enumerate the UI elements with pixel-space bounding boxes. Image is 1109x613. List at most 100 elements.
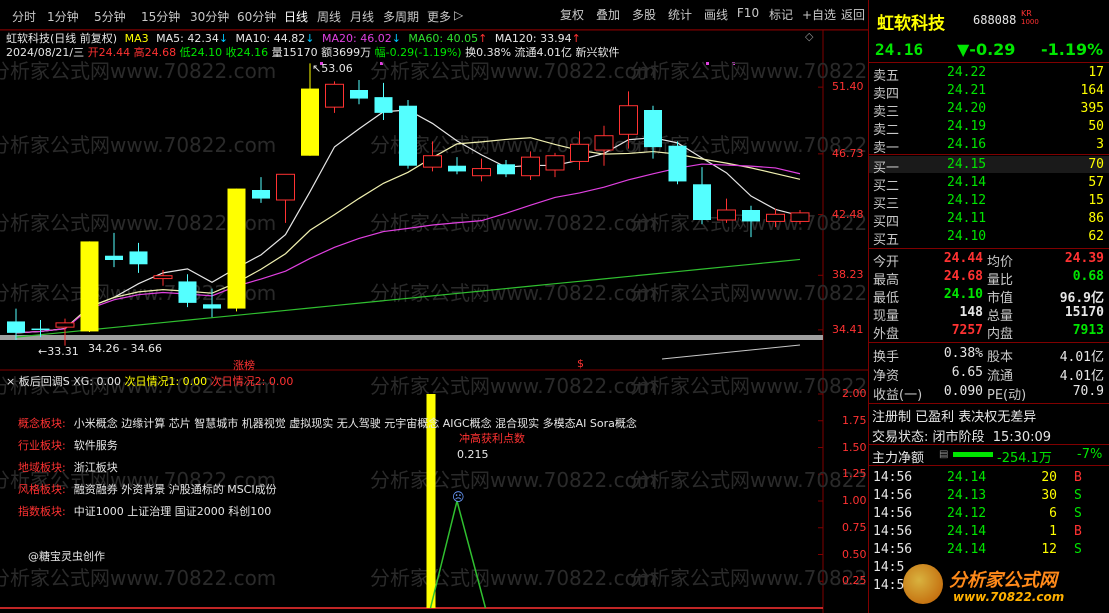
ask-volume: 17 [1088, 65, 1104, 80]
bid-volume: 15 [1088, 193, 1104, 208]
candle-body-bear [448, 165, 466, 172]
sector-tag-label: 指数板块: [18, 505, 66, 518]
tick-time: 14:56 [873, 488, 913, 503]
candle-body-bear [668, 145, 687, 182]
stat-value: 24.44 [943, 251, 983, 266]
ask-row[interactable]: 卖四 24.21 164 [869, 82, 1109, 102]
tick-side: S [1074, 542, 1082, 557]
tick-row: 14:56 24.12 6 S [869, 505, 1109, 522]
stat-value: 24.10 [943, 287, 983, 302]
ask-price: 24.20 [947, 101, 987, 116]
fundamental-row: 换手 0.38% 股本 4.01亿 [869, 345, 1109, 365]
watermark-text: 分析家公式网www.70822.com [0, 133, 276, 157]
stat-row: 最低 24.10 市值 96.9亿 [869, 286, 1109, 306]
indicator-title[interactable]: 板后回调S [19, 375, 70, 388]
bid-price: 24.15 [947, 157, 987, 172]
fundamental-value: 0.090 [943, 384, 983, 399]
tick-time: 14:56 [873, 506, 913, 521]
ask-row[interactable]: 卖二 24.19 50 [869, 118, 1109, 138]
stat-value: 0.68 [1072, 269, 1104, 284]
candle-body-bull [276, 173, 295, 201]
ask-row[interactable]: 卖三 24.20 395 [869, 100, 1109, 120]
logo-text: 分析家公式网 [949, 570, 1057, 591]
indicator-cond1: 次日情况1: 0.00 [124, 375, 208, 388]
tick-time: 14:5 [873, 578, 905, 593]
stat-row: 现量 148 总量 15170 [869, 304, 1109, 324]
tick-volume: 6 [1049, 506, 1057, 521]
sector-tag-label: 行业板块: [18, 439, 66, 452]
ask-volume: 50 [1088, 119, 1104, 134]
price-tick-label: 34.41 [832, 322, 864, 336]
sector-tag-row: 概念板块: 小米概念 边缘计算 芯片 智慧城市 机器视觉 虚拟现实 无人驾驶 元宇… [18, 415, 637, 431]
candle-body-bear [644, 110, 662, 148]
trade-status-label: 交易状态: [872, 430, 929, 445]
separator [869, 465, 1109, 466]
tick-price: 24.14 [947, 542, 987, 557]
stat-value: 7913 [1072, 323, 1104, 338]
tick-price: 24.14 [947, 524, 987, 539]
candle-body-bull [423, 155, 442, 168]
tick-volume: 12 [1041, 542, 1057, 557]
bid-price: 24.10 [947, 229, 987, 244]
fundamental-value: 4.01亿 [1059, 369, 1104, 384]
bid-row[interactable]: 买一 24.15 70 [869, 156, 1109, 176]
candlestick-chart[interactable]: 分析家公式网www.70822.com 分析家公式网www.70822.com分析… [0, 0, 868, 613]
price-tick-label: 38.23 [832, 268, 864, 282]
indicator-close-icon[interactable]: × [6, 375, 15, 388]
bid-price: 24.14 [947, 175, 987, 190]
sector-tag-row: 行业板块: 软件服务 [18, 437, 118, 453]
registration-info: 注册制 已盈利 表决权无差异 [872, 410, 1037, 425]
tick-volume: 1 [1049, 524, 1057, 539]
trade-status: 交易状态: 闭市阶段 15:30:09 [872, 426, 1051, 445]
fundamental-label: 收益(一) [873, 388, 923, 403]
fundamental-row: 收益(一) 0.090 PE(动) 70.9 [869, 383, 1109, 403]
limit-up-tag: 涨榜 [233, 359, 255, 372]
separator [869, 154, 1109, 155]
fundamental-value: 70.9 [1072, 384, 1104, 399]
watermark-text: 分析家公式网www.70822.com [0, 566, 276, 590]
fundamental-row: 净资 6.65 流通 4.01亿 [869, 364, 1109, 384]
fundamental-label: PE(动) [987, 388, 1027, 403]
ma20-line [15, 163, 801, 334]
bid-row[interactable]: 买五 24.10 62 [869, 228, 1109, 248]
price-tick-label: 42.48 [832, 207, 864, 221]
bid-price: 24.12 [947, 193, 987, 208]
indicator-cond2: 次日情况2: 0.00 [210, 375, 294, 388]
tick-time: 14:56 [873, 524, 913, 539]
candle-body-bear [399, 105, 417, 166]
candle-body-limit-up [80, 241, 99, 332]
price-tick-label: 51.40 [832, 80, 864, 94]
main-flow-label[interactable]: 主力净额 [872, 447, 924, 466]
tick-time: 14:56 [873, 542, 913, 557]
tick-time: 14:5 [873, 560, 905, 575]
kr-badge: KR 1000 [1021, 9, 1039, 27]
main-flow-pct: -7% [1077, 447, 1103, 462]
tick-price: 24.13 [947, 488, 987, 503]
sector-tag-row: 指数板块: 中证1000 上证治理 国证2000 科创100 [18, 503, 271, 519]
list-icon[interactable]: ▤ [939, 449, 948, 460]
candle-body-limit-up [227, 188, 246, 309]
ask-volume: 395 [1080, 101, 1104, 116]
bid-row[interactable]: 买三 24.12 15 [869, 192, 1109, 212]
current-price: 24.16 [875, 40, 924, 59]
ask-price: 24.22 [947, 65, 987, 80]
candle-body-bear [31, 328, 50, 331]
ask-price: 24.19 [947, 119, 987, 134]
trade-status-time: 15:30:09 [992, 430, 1052, 445]
bid-volume: 70 [1088, 157, 1104, 172]
bid-row[interactable]: 买二 24.14 57 [869, 174, 1109, 194]
ask-volume: 3 [1096, 137, 1104, 152]
separator [869, 444, 1109, 445]
profit-annotation-value: 0.215 [457, 448, 489, 461]
bid-volume: 62 [1088, 229, 1104, 244]
bid-row[interactable]: 买四 24.11 86 [869, 210, 1109, 230]
trade-status-value: 闭市阶段 [932, 430, 985, 445]
indicator-tick-label: 1.50 [842, 440, 867, 454]
candle-body-bear [693, 184, 711, 220]
ask-row[interactable]: 卖五 24.22 17 [869, 64, 1109, 84]
logo-emblem-icon [903, 564, 943, 604]
candle-body-bull [619, 105, 638, 135]
base-band [0, 335, 823, 340]
high-mark-value: 53.06 [321, 62, 353, 75]
ask-row[interactable]: 卖一 24.16 3 [869, 136, 1109, 156]
